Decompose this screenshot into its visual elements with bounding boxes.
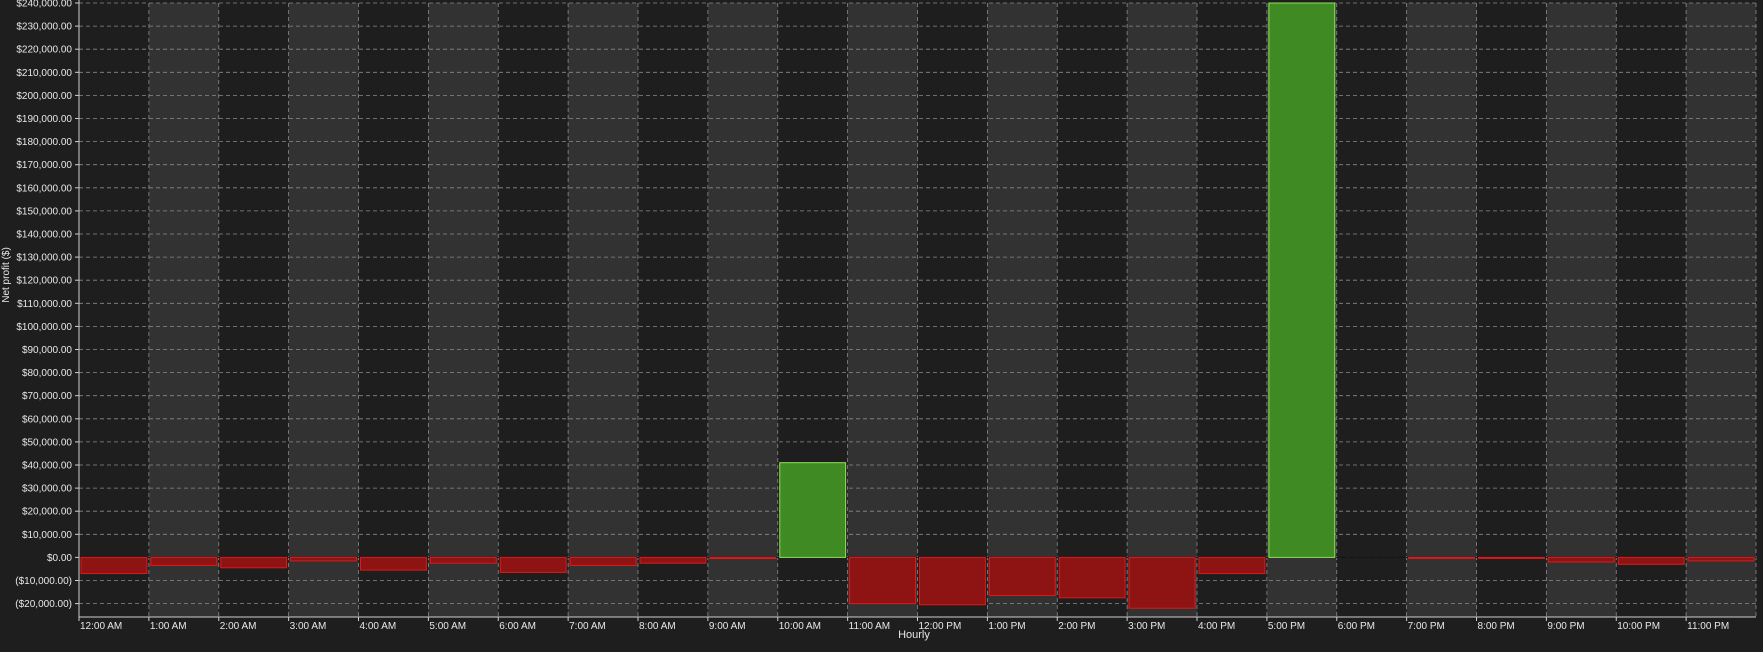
bar xyxy=(80,556,148,575)
bar xyxy=(919,556,986,606)
x-tick-label: 12:00 AM xyxy=(80,621,122,632)
y-tick-label: $10,000.00 xyxy=(22,530,72,541)
y-tick-label: $150,000.00 xyxy=(16,206,72,217)
y-tick-label: $180,000.00 xyxy=(16,137,72,148)
x-tick-label: 4:00 PM xyxy=(1198,621,1235,632)
x-tick-label: 10:00 PM xyxy=(1617,621,1660,632)
y-tick-label: $50,000.00 xyxy=(22,437,72,448)
bar xyxy=(569,556,637,566)
bar xyxy=(499,556,567,573)
x-tick-label: 11:00 PM xyxy=(1687,621,1729,632)
y-tick-label: $120,000.00 xyxy=(16,276,72,287)
x-tick-label: 1:00 AM xyxy=(150,621,187,632)
bar xyxy=(1478,556,1545,559)
y-tick-label: $60,000.00 xyxy=(22,414,72,425)
y-tick-label: $70,000.00 xyxy=(22,391,72,402)
x-tick-label: 11:00 AM xyxy=(849,621,891,632)
y-tick-label: $220,000.00 xyxy=(16,45,72,56)
x-tick-label: 6:00 AM xyxy=(499,621,536,632)
y-tick-label: $210,000.00 xyxy=(16,68,72,79)
x-tick-label: 5:00 PM xyxy=(1268,621,1305,632)
y-tick-label: $200,000.00 xyxy=(16,91,72,102)
bar xyxy=(779,462,847,558)
y-tick-label: $110,000.00 xyxy=(17,299,72,310)
bar xyxy=(709,556,777,560)
y-tick-label: $40,000.00 xyxy=(22,461,72,472)
y-tick-label: $20,000.00 xyxy=(22,507,72,518)
bar xyxy=(1617,556,1685,565)
bar xyxy=(1268,2,1336,558)
bar xyxy=(1547,556,1615,563)
bar xyxy=(1198,556,1266,575)
y-tick-label: $240,000.00 xyxy=(16,0,72,10)
y-tick-label: $80,000.00 xyxy=(22,368,72,379)
x-tick-label: 9:00 PM xyxy=(1547,621,1584,632)
x-tick-label: 8:00 AM xyxy=(639,621,676,632)
x-tick-label: 3:00 PM xyxy=(1128,621,1165,632)
y-axis-title: Net profit ($) xyxy=(1,247,12,303)
y-tick-label: $130,000.00 xyxy=(16,253,72,264)
x-tick-label: 2:00 PM xyxy=(1058,621,1095,632)
x-tick-label: 6:00 PM xyxy=(1338,621,1375,632)
y-tick-label: $0.00 xyxy=(47,553,72,564)
y-tick-label: $30,000.00 xyxy=(22,484,72,495)
x-tick-label: 10:00 AM xyxy=(779,621,821,632)
x-tick-label: 12:00 PM xyxy=(919,621,962,632)
bar xyxy=(150,556,218,566)
x-tick-label: 9:00 AM xyxy=(709,621,746,632)
x-tick-label: 3:00 AM xyxy=(290,621,327,632)
y-tick-label: $140,000.00 xyxy=(16,230,72,241)
y-tick-label: $190,000.00 xyxy=(16,114,72,125)
x-tick-label: 2:00 AM xyxy=(220,621,257,632)
bar xyxy=(360,556,427,571)
bar xyxy=(1687,556,1755,562)
x-tick-label: 8:00 PM xyxy=(1478,621,1515,632)
bar xyxy=(988,556,1056,597)
x-tick-label: 7:00 AM xyxy=(569,621,606,632)
bar xyxy=(220,556,288,569)
chart-canvas: Net profit ($) Hourly $240,000.00$230,00… xyxy=(1,0,1757,641)
bar xyxy=(429,556,497,564)
x-tick-label: 7:00 PM xyxy=(1408,621,1445,632)
y-tick-label: $90,000.00 xyxy=(22,345,72,356)
y-tick-label: ($20,000.00) xyxy=(15,599,72,610)
y-tick-label: $230,000.00 xyxy=(16,22,72,33)
bar xyxy=(1408,556,1475,559)
x-tick-label: 1:00 PM xyxy=(988,621,1025,632)
net-profit-bar-chart: Net profit ($) Hourly $240,000.00 $230,00… xyxy=(0,0,1763,647)
x-tick-label: 5:00 AM xyxy=(429,621,466,632)
y-tick-label: $100,000.00 xyxy=(16,322,72,333)
y-tick-label: ($10,000.00) xyxy=(15,576,72,587)
bar xyxy=(290,556,357,562)
bar xyxy=(1058,556,1126,599)
x-tick-label: 4:00 AM xyxy=(360,621,397,632)
bar xyxy=(1128,556,1196,609)
y-tick-label: $160,000.00 xyxy=(16,183,72,194)
bar xyxy=(639,556,707,564)
y-tick-label: $170,000.00 xyxy=(16,160,72,171)
bar xyxy=(849,556,916,605)
